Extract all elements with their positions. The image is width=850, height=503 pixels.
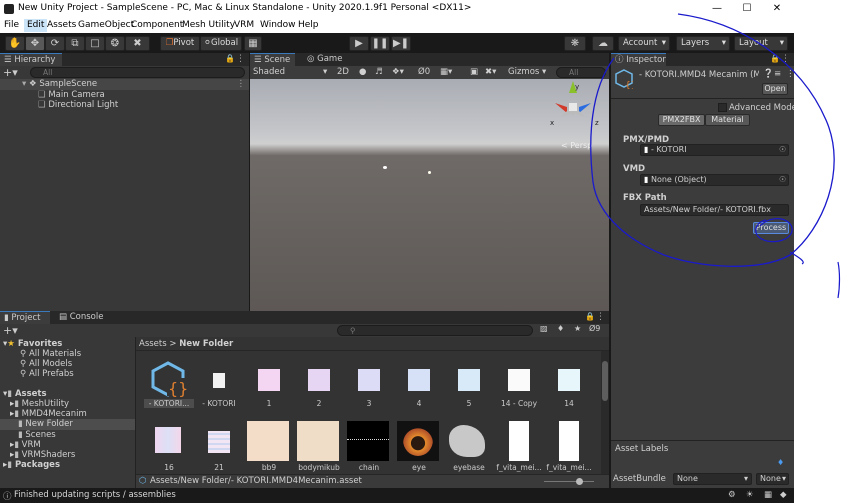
annotation-process-circle (755, 218, 793, 243)
pen-annotation-overlay (590, 13, 841, 299)
annotation-tail-stroke (789, 251, 804, 265)
annotation-right-mark (837, 261, 841, 299)
annotation-circle-stroke (590, 13, 835, 267)
